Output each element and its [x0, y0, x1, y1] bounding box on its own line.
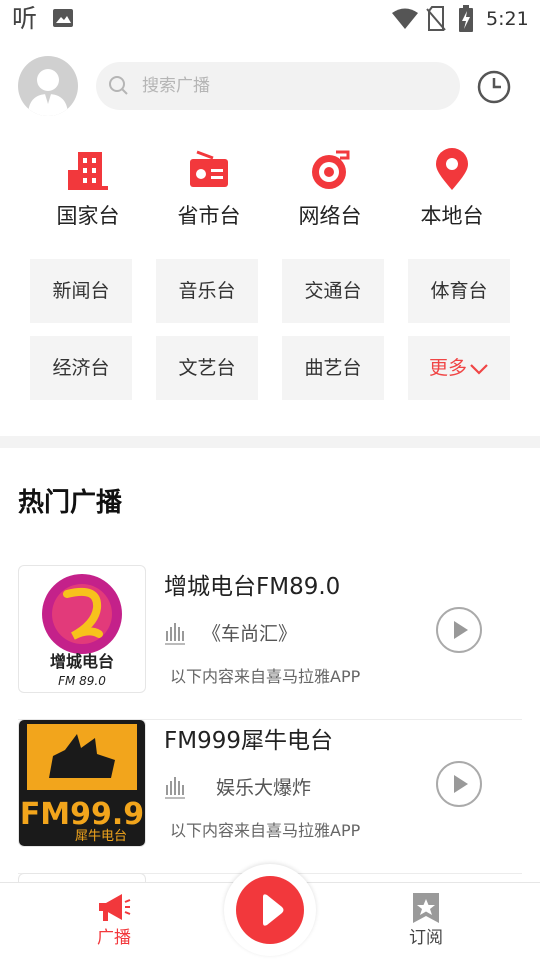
category-label: 国家台	[56, 204, 120, 228]
image-notification-icon	[53, 9, 73, 27]
search-bar[interactable]: 搜索广播	[96, 62, 460, 110]
section-divider	[0, 436, 540, 448]
history-clock-icon[interactable]	[476, 69, 512, 105]
location-pin-icon	[436, 148, 468, 190]
category-label: 省市台	[177, 204, 241, 228]
bookmark-star-icon	[413, 893, 439, 923]
play-button[interactable]	[436, 761, 482, 807]
nav-label: 订阅	[409, 928, 443, 948]
category-national[interactable]: 国家台	[38, 148, 138, 238]
content-source: 以下内容来自喜马拉雅APP	[170, 667, 361, 686]
program-title: 《车尚汇》	[202, 623, 298, 645]
nav-subscribe[interactable]: 订阅	[366, 883, 486, 961]
category-provincial[interactable]: 省市台	[159, 148, 259, 238]
station-name: FM999犀牛电台	[164, 728, 333, 754]
play-icon	[454, 621, 468, 639]
play-icon	[454, 775, 468, 793]
logo-station-name: 犀牛电台	[75, 829, 127, 844]
megaphone-icon	[99, 894, 131, 921]
chip-news[interactable]: 新闻台	[30, 259, 132, 323]
radio-icon	[190, 150, 228, 187]
more-label: 更多	[428, 357, 467, 379]
chip-traffic[interactable]: 交通台	[282, 259, 384, 323]
live-indicator-icon	[165, 623, 185, 645]
station-name: 增城电台FM89.0	[164, 574, 341, 600]
chevron-down-icon	[470, 363, 488, 375]
battery-charging-icon	[459, 5, 473, 32]
player-play-button[interactable]	[236, 876, 304, 944]
station-logo: FM99.9 犀牛电台	[18, 719, 146, 847]
logo-frequency: FM 89.0	[58, 674, 106, 688]
app-notification-glyph: 听	[12, 4, 38, 33]
category-label: 本地台	[420, 204, 484, 228]
chip-arts[interactable]: 文艺台	[156, 336, 258, 400]
nav-label: 广播	[97, 928, 131, 948]
station-card[interactable]: FM99.9 犀牛电台 FM999犀牛电台 娱乐大爆炸 以下内容来自喜马拉雅AP…	[18, 719, 522, 874]
nav-broadcast[interactable]: 广播	[54, 883, 174, 961]
clock-time: 5:21	[486, 8, 529, 30]
program-title: 娱乐大爆炸	[216, 777, 312, 799]
building-icon	[68, 152, 108, 190]
category-network[interactable]: 网络台	[280, 148, 380, 238]
live-indicator-icon	[165, 777, 185, 799]
status-bar: 听 5:21	[0, 0, 540, 38]
search-placeholder: 搜索广播	[142, 76, 210, 96]
chip-sports[interactable]: 体育台	[408, 259, 510, 323]
wifi-icon	[392, 8, 418, 29]
logo-wordmark: FM99.9	[20, 797, 144, 832]
search-icon	[109, 76, 128, 95]
user-avatar[interactable]	[18, 56, 78, 116]
station-card[interactable]: 增城电台 FM 89.0 增城电台FM89.0 《车尚汇》 以下内容来自喜马拉雅…	[18, 565, 522, 720]
logo-wordmark: 增城电台	[50, 652, 114, 671]
chip-economy[interactable]: 经济台	[30, 336, 132, 400]
category-local[interactable]: 本地台	[402, 148, 502, 238]
station-logo: 增城电台 FM 89.0	[18, 565, 146, 693]
network-disc-icon	[312, 150, 350, 189]
chip-more[interactable]: 更多	[408, 336, 510, 400]
category-label: 网络台	[298, 204, 362, 228]
play-icon	[263, 894, 284, 926]
content-source: 以下内容来自喜马拉雅APP	[170, 821, 361, 840]
chip-folk-arts[interactable]: 曲艺台	[282, 336, 384, 400]
chip-music[interactable]: 音乐台	[156, 259, 258, 323]
play-button[interactable]	[436, 607, 482, 653]
section-title: 热门广播	[18, 488, 123, 518]
no-sim-icon	[426, 6, 446, 31]
